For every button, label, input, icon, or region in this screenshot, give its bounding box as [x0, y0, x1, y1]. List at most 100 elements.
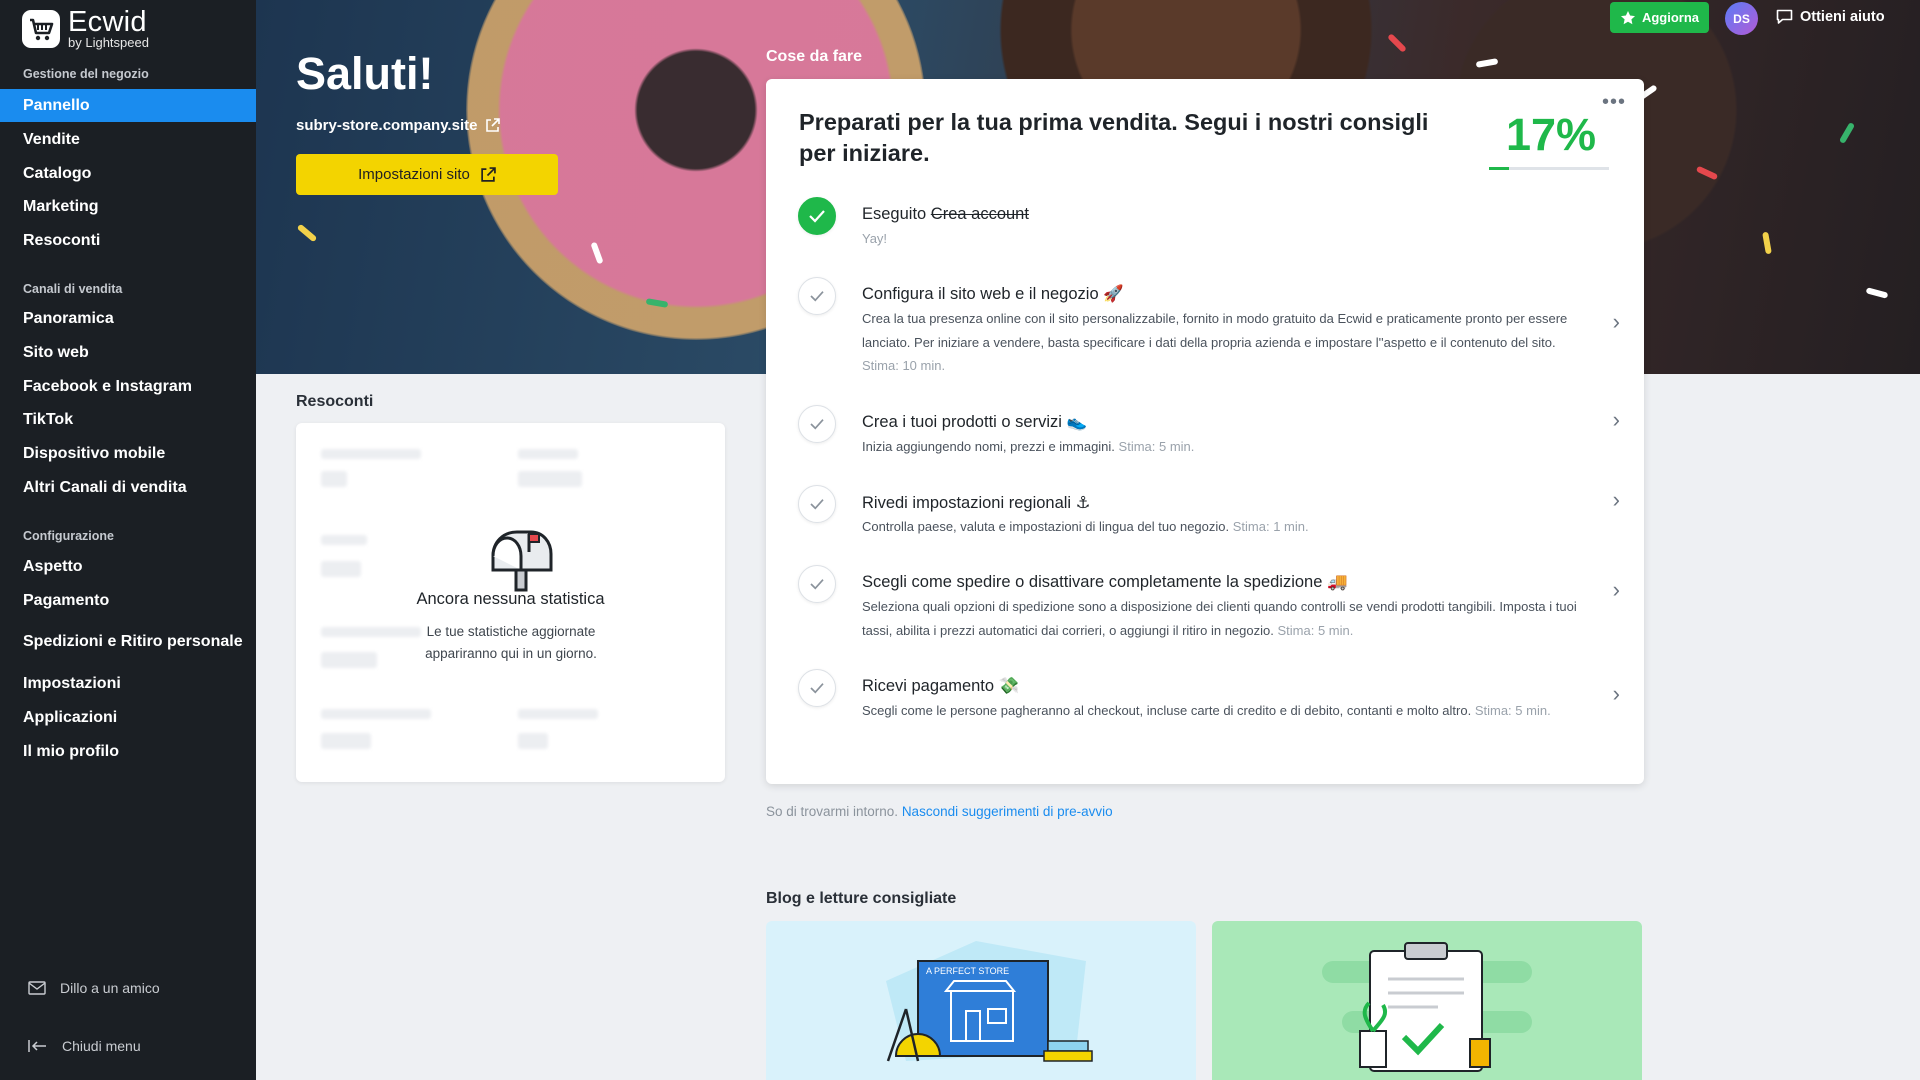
checkmark-icon: [798, 277, 836, 315]
task-title: Crea i tuoi prodotti o servizi 👟: [862, 413, 1088, 431]
close-menu-label: Chiudi menu: [62, 1038, 141, 1054]
reports-title: Resoconti: [296, 393, 374, 410]
avatar[interactable]: DS: [1725, 2, 1758, 35]
ecwid-logo[interactable]: Ecwid by Lightspeed: [22, 8, 149, 50]
chevron-right-icon: ›: [1612, 407, 1620, 432]
section-config-label: Configurazione: [23, 529, 114, 543]
upgrade-label: Aggiorna: [1641, 10, 1700, 25]
checkmark-icon: [798, 669, 836, 707]
task-title: Eseguito Crea account: [862, 205, 1029, 224]
placeholder-bar: [321, 535, 367, 545]
placeholder-bar: [321, 733, 371, 749]
tell-friend-link[interactable]: Dillo a un amico: [28, 980, 160, 996]
task-title: Rivedi impostazioni regionali ⚓: [862, 494, 1091, 512]
sidebar-item-tiktok[interactable]: TikTok: [0, 403, 256, 436]
hide-tips-link[interactable]: Nascondi suggerimenti di pre-avvio: [902, 804, 1113, 819]
task-shipping[interactable]: Scegli come spedire o disattivare comple…: [766, 565, 1644, 645]
external-link-icon: [486, 118, 501, 132]
sidebar-item-website[interactable]: Sito web: [0, 336, 256, 369]
task-description: Yay!: [862, 231, 888, 246]
task-estimate: Stima: 5 min.: [1118, 439, 1195, 454]
sidebar-item-payment[interactable]: Pagamento: [0, 584, 256, 617]
sidebar-item-design[interactable]: Aspetto: [0, 550, 256, 583]
upgrade-button[interactable]: Aggiorna: [1610, 2, 1709, 33]
help-button[interactable]: Ottieni aiuto: [1776, 9, 1885, 25]
sidebar-item-dashboard[interactable]: Pannello: [0, 89, 256, 122]
empty-stats-description: Le tue statistiche aggiornate apparirann…: [425, 624, 597, 661]
task-description: Controlla paese, valuta e impostazioni d…: [862, 519, 1309, 534]
progress-bar-fill: [1489, 167, 1510, 170]
blueprint-caption: A PERFECT STORE: [926, 966, 1009, 976]
sidebar-item-facebook-instagram[interactable]: Facebook e Instagram: [0, 370, 256, 403]
sidebar-item-reports[interactable]: Resoconti: [0, 224, 256, 257]
task-payment[interactable]: Ricevi pagamento 💸 Scegli come le person…: [766, 669, 1644, 749]
task-configure-site[interactable]: Configura il sito web e il negozio 🚀 Cre…: [766, 277, 1644, 377]
task-estimate: Stima: 5 min.: [1277, 622, 1354, 638]
external-link-icon: [481, 166, 496, 182]
task-regional-settings[interactable]: Rivedi impostazioni regionali ⚓ Controll…: [766, 485, 1644, 545]
sidebar-item-other-channels[interactable]: Altri Canali di vendita: [0, 471, 256, 504]
todo-heading: Preparati per la tua prima vendita. Segu…: [799, 109, 1429, 166]
chevron-right-icon: ›: [1612, 487, 1620, 512]
sidebar: Ecwid by Lightspeed Gestione del negozio…: [0, 0, 256, 1080]
task-estimate: Stima: 10 min.: [862, 358, 946, 373]
more-options-icon[interactable]: •••: [1602, 91, 1626, 114]
hide-tips-row: So di trovarmi intorno. Nascondi suggeri…: [766, 804, 1113, 819]
sidebar-item-settings[interactable]: Impostazioni: [0, 667, 256, 700]
sidebar-item-catalog[interactable]: Catalogo: [0, 157, 256, 190]
store-url-link[interactable]: subry-store.company.site: [296, 117, 501, 134]
task-description: Inizia aggiungendo nomi, prezzi e immagi…: [862, 439, 1195, 454]
placeholder-bar: [321, 561, 361, 577]
sidebar-item-mobile[interactable]: Dispositivo mobile: [0, 437, 256, 470]
blog-card-checklist[interactable]: [1212, 921, 1642, 1080]
task-description: Crea la tua presenza online con il sito …: [862, 311, 1568, 373]
store-blueprint-illustration: A PERFECT STORE: [886, 941, 1093, 1062]
task-title: Scegli come spedire o disattivare comple…: [862, 573, 1348, 591]
progress-percent: 17%: [1506, 109, 1597, 160]
blog-card-perfect-store[interactable]: A PERFECT STORE: [766, 921, 1196, 1080]
task-prefix: Eseguito: [862, 205, 931, 223]
tell-friend-label: Dillo a un amico: [60, 980, 160, 996]
todo-section-title: Cose da fare: [766, 48, 863, 65]
sidebar-item-profile[interactable]: Il mio profilo: [0, 735, 256, 768]
task-title: Configura il sito web e il negozio 🚀: [862, 285, 1124, 303]
close-menu-button[interactable]: Chiudi menu: [28, 1038, 141, 1054]
envelope-icon: [28, 981, 46, 995]
sprinkle: [1865, 287, 1889, 299]
placeholder-bar: [321, 449, 421, 459]
todo-card: ••• Preparati per la tua prima vendita. …: [766, 79, 1644, 784]
placeholder-bar: [518, 471, 582, 487]
sidebar-item-shipping[interactable]: Spedizioni e Ritiro personale: [0, 622, 256, 662]
checkmark-done-icon: [798, 197, 836, 235]
placeholder-bar: [321, 709, 431, 719]
sprinkle: [1838, 121, 1856, 145]
hide-tips-text: So di trovarmi intorno.: [766, 804, 902, 819]
task-create-products[interactable]: Crea i tuoi prodotti o servizi 👟 Inizia …: [766, 405, 1644, 465]
site-settings-button[interactable]: Impostazioni sito: [296, 154, 558, 195]
star-icon: [1620, 10, 1635, 24]
brand-sub: by Lightspeed: [68, 35, 149, 50]
chevron-right-icon: ›: [1612, 681, 1620, 706]
placeholder-bar: [518, 449, 578, 459]
sidebar-item-marketing[interactable]: Marketing: [0, 190, 256, 223]
empty-stats-title: Ancora nessuna statistica: [416, 590, 605, 608]
task-description: Seleziona quali opzioni di spedizione so…: [862, 599, 1577, 638]
site-settings-label: Impostazioni sito: [358, 166, 470, 183]
sidebar-item-sales[interactable]: Vendite: [0, 123, 256, 156]
placeholder-bar: [518, 709, 598, 719]
collapse-arrow-icon: [28, 1040, 46, 1052]
help-label: Ottieni aiuto: [1800, 9, 1885, 25]
sprinkle: [1762, 231, 1772, 255]
section-channels-label: Canali di vendita: [23, 282, 123, 296]
page-title: Saluti!: [296, 48, 434, 99]
checkmark-icon: [798, 405, 836, 443]
checkmark-icon: [798, 565, 836, 603]
sprinkle: [296, 223, 318, 243]
placeholder-bar: [321, 471, 347, 487]
brand-name: Ecwid: [68, 6, 147, 38]
task-description: Scegli come le persone pagheranno al che…: [862, 703, 1551, 718]
store-url: subry-store.company.site: [296, 117, 478, 134]
checklist-illustration: [1322, 942, 1532, 1072]
sidebar-item-apps[interactable]: Applicazioni: [0, 701, 256, 734]
sidebar-item-overview[interactable]: Panoramica: [0, 302, 256, 335]
